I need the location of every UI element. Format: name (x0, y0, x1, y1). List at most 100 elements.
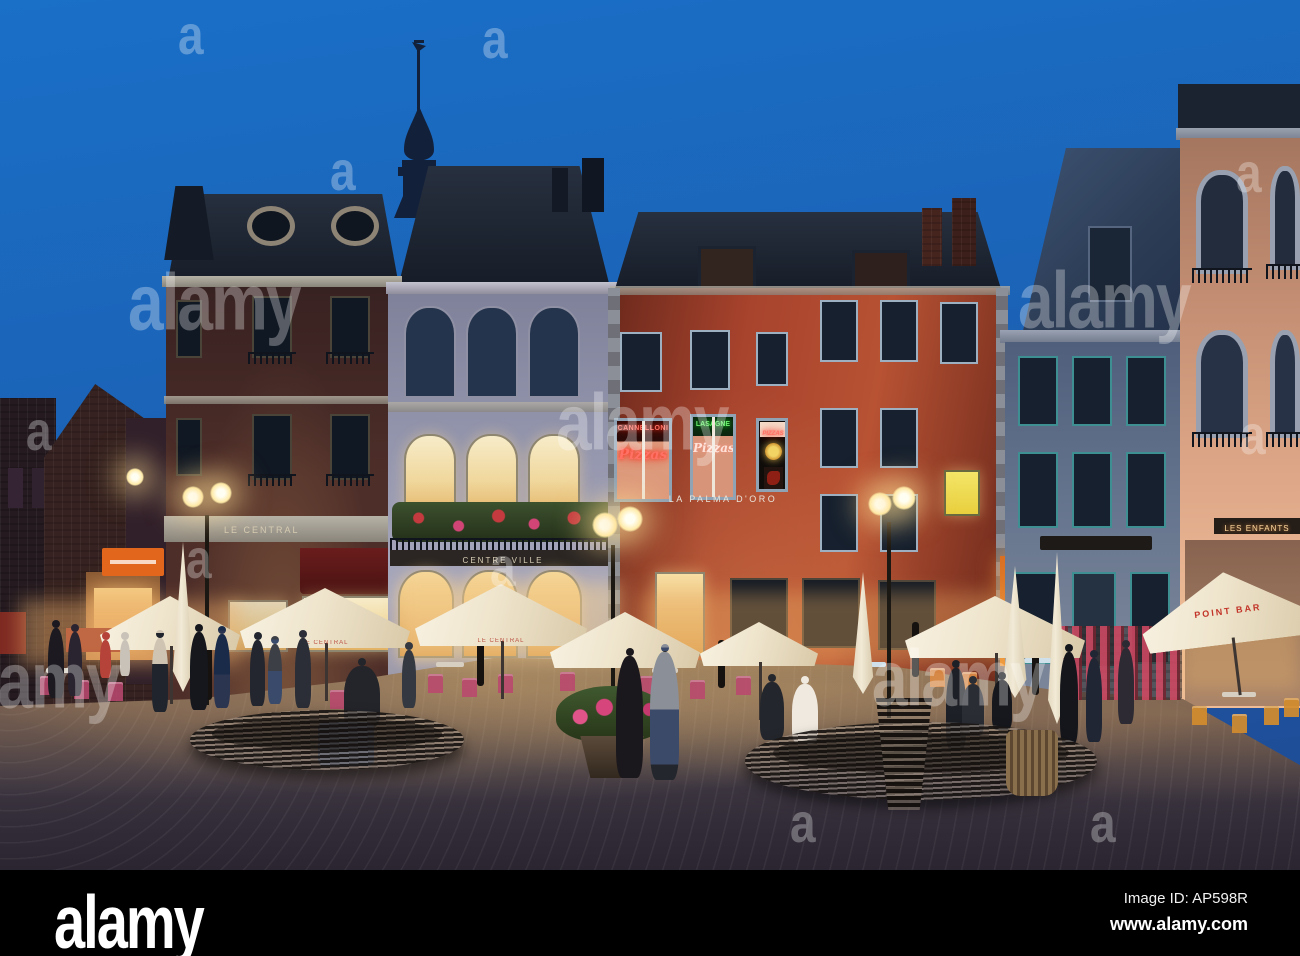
balcony-railing (248, 474, 296, 486)
person (402, 650, 416, 708)
dark-panel (764, 467, 783, 489)
window (466, 306, 518, 398)
alamy-watermark-letter: a (1240, 403, 1266, 467)
alamy-watermark-letter: a (1090, 791, 1116, 855)
person (190, 632, 208, 710)
balconette (1192, 268, 1252, 283)
pizzas-lightbox: PIZZAS (760, 422, 785, 437)
dark-facade-sign (1040, 536, 1152, 550)
image-id-text: Image ID: AP598R (1123, 890, 1248, 907)
photo-town-square-dusk: LE CENTRAL CENTRE VILLE PIZZAS LA PALMA … (0, 0, 1300, 870)
circular-bench (190, 710, 464, 770)
lit-yellow-window (944, 470, 980, 516)
alamy-logo: alamy (54, 879, 205, 956)
window (940, 302, 978, 364)
balconette (1266, 432, 1300, 447)
le-central-sign: LE CENTRAL (224, 525, 300, 535)
orange-chair (1192, 706, 1207, 725)
chimney (952, 198, 976, 266)
balcony-railing (326, 352, 374, 364)
pink-chair (462, 678, 477, 697)
alamy-watermark-letter: a (186, 527, 212, 591)
chimney (552, 168, 568, 212)
person (214, 634, 230, 708)
footer-info: Image ID: AP598R www.alamy.com (1110, 890, 1248, 935)
window (1018, 356, 1058, 426)
alamy-watermark-letter: a (490, 535, 516, 599)
window (1270, 330, 1300, 438)
alamy-watermark-letter: a (482, 7, 508, 71)
balcony-railing (248, 352, 296, 364)
window (1270, 166, 1300, 270)
alamy-watermark-letter: a (1236, 141, 1262, 205)
window (1072, 452, 1112, 528)
person (268, 644, 282, 704)
person-with-backpack (152, 638, 168, 712)
chimney (922, 208, 942, 266)
window (756, 332, 788, 386)
orange-chair (1284, 698, 1299, 717)
stock-photo-page: LE CENTRAL CENTRE VILLE PIZZAS LA PALMA … (0, 0, 1300, 956)
alamy-watermark-letter: a (26, 399, 52, 463)
alamy-watermark: alamy (128, 257, 301, 347)
cafe-umbrella (700, 622, 818, 721)
window (330, 414, 370, 480)
window (404, 306, 456, 398)
window (880, 408, 918, 468)
cornice (164, 396, 402, 404)
window (8, 468, 23, 508)
window (880, 300, 918, 362)
person-seated (760, 682, 784, 740)
pink-chair (690, 680, 705, 699)
cornice (610, 286, 1010, 295)
person (250, 640, 265, 706)
alamy-footer-bar: alamy Image ID: AP598R www.alamy.com (0, 870, 1300, 956)
chimney (582, 158, 604, 212)
window (1072, 356, 1112, 426)
orange-chair (1264, 706, 1279, 725)
alamy-watermark: alamy (872, 633, 1045, 723)
alamy-watermark-letter: a (790, 791, 816, 855)
window (1126, 356, 1166, 426)
person (1086, 658, 1102, 742)
les-enfants-sign-strip: LES ENFANTS (1214, 518, 1300, 534)
person (1060, 652, 1078, 744)
palma-roof (614, 212, 1002, 292)
pizza-disc-sign (765, 443, 782, 460)
alamy-watermark: alamy (0, 635, 121, 725)
orange-chair (1232, 714, 1247, 733)
pink-chair (330, 690, 345, 709)
cafe-table (436, 662, 464, 667)
umbrella-valance-text: LE CENTRAL (301, 640, 349, 646)
cafe-umbrella: LE CENTRAL (240, 588, 410, 702)
pink-chair (428, 674, 443, 693)
balcony-railing (326, 474, 374, 486)
window (1126, 452, 1166, 528)
alamy-watermark: alamy (556, 377, 729, 467)
woman-walking (616, 656, 643, 778)
les-enfants-sign: LES ENFANTS (1224, 524, 1290, 533)
window (820, 408, 858, 468)
window (1018, 452, 1058, 528)
pink-chair (560, 672, 575, 691)
neon-sign-pizzas-block: PIZZAS (762, 431, 784, 437)
wicker-basket (1006, 730, 1058, 796)
alamy-website-text: www.alamy.com (1109, 914, 1248, 934)
person (295, 638, 311, 708)
balconette (1266, 264, 1300, 279)
oval-dormer (331, 206, 379, 246)
man-walking (650, 652, 679, 780)
la-palma-doro-sign: LA PALMA D'ORO (668, 494, 778, 504)
oval-dormer (247, 206, 295, 246)
alamy-watermark: alamy (1018, 255, 1191, 345)
alamy-watermark-letter: a (330, 139, 356, 203)
window (820, 300, 858, 362)
window (176, 418, 202, 476)
window (330, 296, 370, 358)
person (1118, 648, 1134, 724)
window (252, 414, 292, 480)
wall-lantern (126, 468, 144, 486)
person (120, 640, 130, 676)
red-emblem (767, 471, 780, 485)
shop-sign-text-blur (110, 560, 156, 564)
